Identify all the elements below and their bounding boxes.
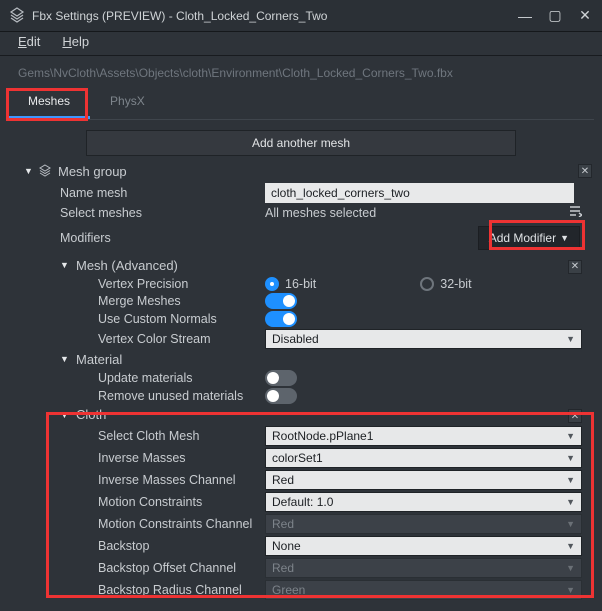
label-inverse-masses: Inverse Masses xyxy=(10,451,265,465)
mesh-group-icon xyxy=(38,164,52,178)
chevron-down-icon: ▼ xyxy=(566,431,575,441)
label-merge-meshes: Merge Meshes xyxy=(10,294,265,308)
label-inverse-masses-channel: Inverse Masses Channel xyxy=(10,473,265,487)
vcs-value: Disabled xyxy=(272,332,319,346)
add-another-mesh-button[interactable]: Add another mesh xyxy=(86,130,516,156)
mesh-advanced-header: Mesh (Advanced) xyxy=(76,258,178,273)
remove-mesh-advanced-button[interactable]: ✕ xyxy=(568,260,582,274)
dropdown-backstop-offset-channel: Red▼ xyxy=(265,558,582,578)
label-modifiers: Modifiers xyxy=(10,231,265,245)
remove-cloth-button[interactable]: ✕ xyxy=(568,409,582,423)
caret-mesh-group[interactable]: ▼ xyxy=(24,166,34,176)
maximize-button[interactable]: ▢ xyxy=(546,7,564,25)
dropdown-motion-constraints[interactable]: Default: 1.0▼ xyxy=(265,492,582,512)
window-title: Fbx Settings (PREVIEW) - Cloth_Locked_Co… xyxy=(32,9,327,23)
select-meshes-value: All meshes selected xyxy=(265,206,376,220)
tab-meshes[interactable]: Meshes xyxy=(8,86,90,119)
dropdown-motion-constraints-channel: Red▼ xyxy=(265,514,582,534)
dropdown-select-cloth-mesh[interactable]: RootNode.pPlane1▼ xyxy=(265,426,582,446)
dropdown-backstop[interactable]: None▼ xyxy=(265,536,582,556)
caret-cloth[interactable]: ▼ xyxy=(60,410,70,420)
menu-edit[interactable]: Edit xyxy=(18,34,40,49)
label-motion-constraints-channel: Motion Constraints Channel xyxy=(10,517,265,531)
chevron-down-icon: ▼ xyxy=(566,541,575,551)
tab-bar: Meshes PhysX xyxy=(8,86,594,120)
label-backstop: Backstop xyxy=(10,539,265,553)
label-vertex-color-stream: Vertex Color Stream xyxy=(10,332,265,346)
dropdown-inverse-masses[interactable]: colorSet1▼ xyxy=(265,448,582,468)
label-motion-constraints: Motion Constraints xyxy=(10,495,265,509)
label-backstop-offset-channel: Backstop Offset Channel xyxy=(10,561,265,575)
chevron-down-icon: ▼ xyxy=(566,519,575,529)
radio-16bit-label: 16-bit xyxy=(285,277,316,291)
select-meshes-browse-icon[interactable] xyxy=(568,205,582,220)
caret-mesh-advanced[interactable]: ▼ xyxy=(60,260,70,270)
material-header: Material xyxy=(76,352,122,367)
chevron-down-icon: ▼ xyxy=(566,475,575,485)
minimize-button[interactable]: — xyxy=(516,7,534,25)
toggle-merge-meshes[interactable] xyxy=(265,293,297,309)
chevron-down-icon: ▼ xyxy=(566,585,575,595)
radio-32bit[interactable]: 32-bit xyxy=(420,277,471,291)
close-button[interactable]: ✕ xyxy=(576,7,594,25)
title-bar: Fbx Settings (PREVIEW) - Cloth_Locked_Co… xyxy=(0,0,602,32)
label-remove-unused-materials: Remove unused materials xyxy=(10,389,265,403)
tab-physx[interactable]: PhysX xyxy=(90,86,165,119)
label-backstop-radius-channel: Backstop Radius Channel xyxy=(10,583,265,597)
label-use-custom-normals: Use Custom Normals xyxy=(10,312,265,326)
toggle-remove-unused[interactable] xyxy=(265,388,297,404)
dropdown-backstop-radius-channel: Green▼ xyxy=(265,580,582,600)
label-select-meshes: Select meshes xyxy=(10,206,265,220)
chevron-down-icon: ▼ xyxy=(566,563,575,573)
toggle-custom-normals[interactable] xyxy=(265,311,297,327)
chevron-down-icon: ▼ xyxy=(566,453,575,463)
radio-32bit-label: 32-bit xyxy=(440,277,471,291)
cloth-header: Cloth xyxy=(76,407,106,422)
add-modifier-label: Add Modifier xyxy=(489,231,556,245)
chevron-down-icon: ▼ xyxy=(560,233,569,243)
caret-material[interactable]: ▼ xyxy=(60,354,70,364)
label-vertex-precision: Vertex Precision xyxy=(10,277,265,291)
radio-16bit[interactable]: 16-bit xyxy=(265,277,316,291)
toggle-update-materials[interactable] xyxy=(265,370,297,386)
app-icon xyxy=(8,7,26,25)
chevron-down-icon: ▼ xyxy=(566,497,575,507)
remove-mesh-group-button[interactable]: ✕ xyxy=(578,164,592,178)
file-path: Gems\NvCloth\Assets\Objects\cloth\Enviro… xyxy=(0,56,602,86)
dropdown-vertex-color-stream[interactable]: Disabled ▼ xyxy=(265,329,582,349)
dropdown-inverse-masses-channel[interactable]: Red▼ xyxy=(265,470,582,490)
menu-help[interactable]: Help xyxy=(62,34,89,49)
label-select-cloth-mesh: Select Cloth Mesh xyxy=(10,429,265,443)
add-modifier-button[interactable]: Add Modifier ▼ xyxy=(478,226,580,250)
chevron-down-icon: ▼ xyxy=(566,334,575,344)
label-update-materials: Update materials xyxy=(10,371,265,385)
menu-bar: Edit Help xyxy=(0,32,602,55)
mesh-group-header: Mesh group xyxy=(58,164,127,179)
name-mesh-input[interactable] xyxy=(265,183,574,203)
label-name-mesh: Name mesh xyxy=(10,186,265,200)
